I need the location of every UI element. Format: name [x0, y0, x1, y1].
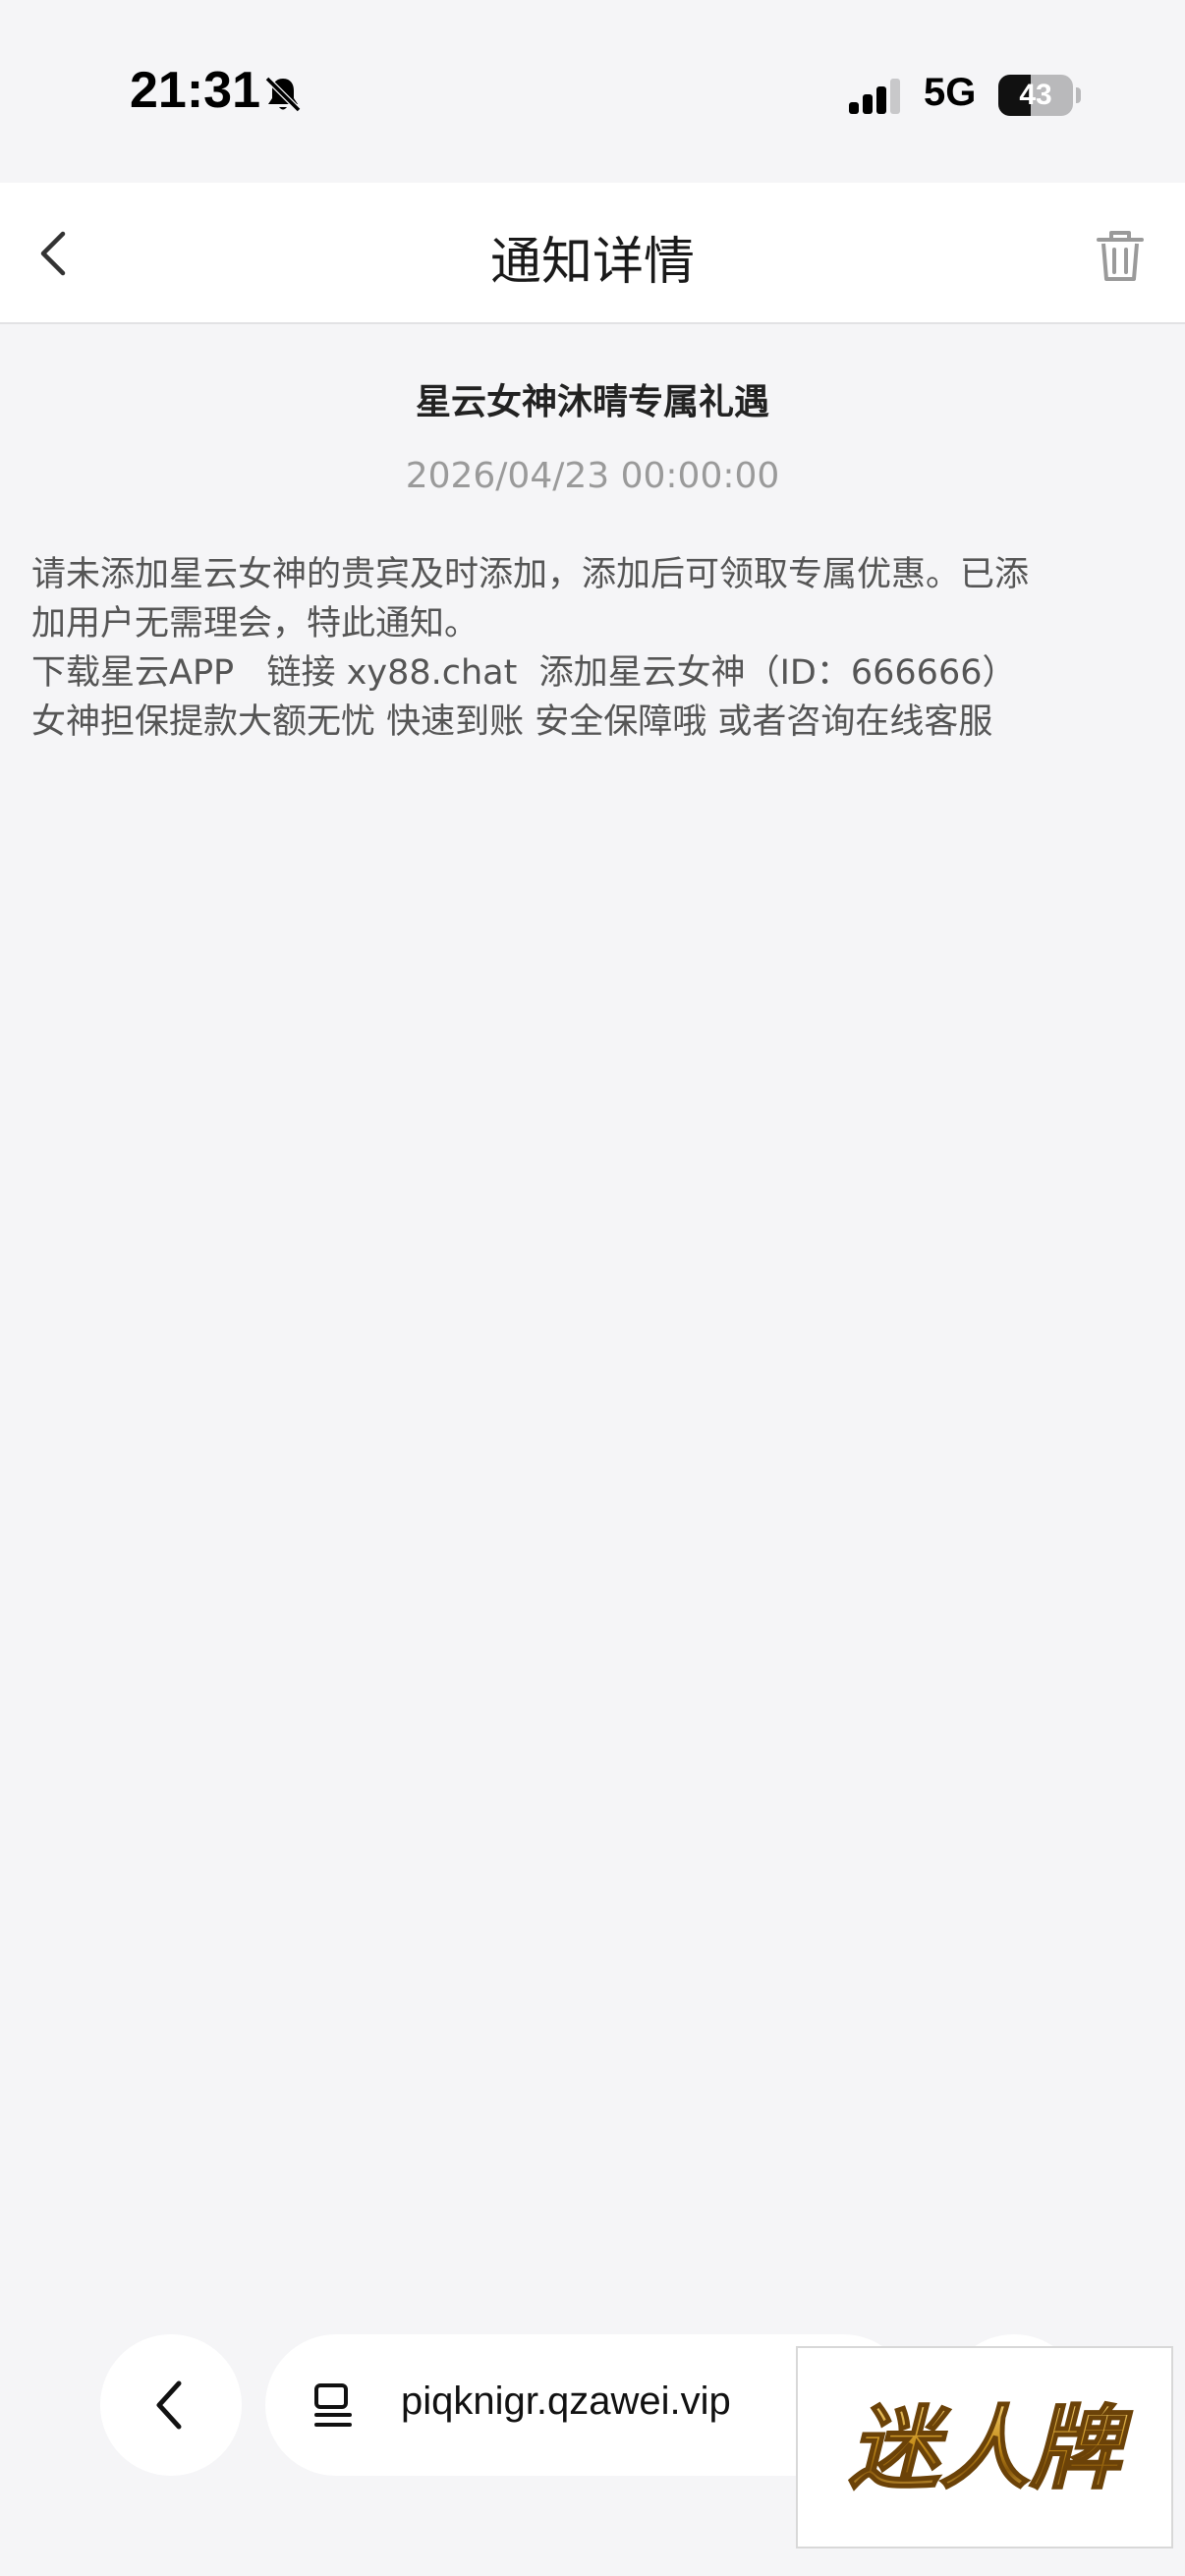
notice-body: 请未添加星云女神的贵宾及时添加，添加后可领取专属优惠。已添 加用户无需理会，特此…	[31, 550, 1161, 747]
notice-title: 星云女神沐晴专属礼遇	[415, 382, 769, 422]
nav-header: 通知详情	[0, 183, 1185, 324]
notice-body-line: 加用户无需理会，特此通知。	[31, 604, 480, 644]
status-bar: 21:31 5G 43	[0, 0, 1185, 183]
network-type: 5G	[924, 71, 977, 114]
page-title: 通知详情	[489, 233, 695, 292]
trash-icon[interactable]	[1085, 220, 1156, 291]
notice-date: 2026/04/23 00:00:00	[405, 456, 780, 496]
watermark-logo-art: 迷人牌	[848, 2395, 1134, 2502]
status-time: 21:31	[130, 62, 260, 119]
notice-body-line: 下载星云APP 链接 xy88.chat 添加星云女神（ID：666666）	[31, 653, 1017, 693]
bell-off-icon	[264, 76, 302, 113]
cellular-signal-icon	[849, 79, 900, 114]
notice-body-line: 女神担保提款大额无忧 快速到账 安全保障哦 或者咨询在线客服	[31, 702, 993, 742]
battery-level: 43	[1019, 79, 1052, 111]
browser-back-button[interactable]	[100, 2334, 242, 2476]
watermark-logo: 迷人牌	[796, 2346, 1173, 2548]
notice-body-line: 请未添加星云女神的贵宾及时添加，添加后可领取专属优惠。已添	[31, 555, 1030, 594]
page-menu-icon[interactable]	[309, 2378, 364, 2433]
address-url[interactable]: piqknigr.qzawei.vip	[401, 2380, 731, 2424]
watermark-text: 迷人牌	[849, 2396, 1133, 2501]
battery-icon: 43	[998, 75, 1081, 116]
